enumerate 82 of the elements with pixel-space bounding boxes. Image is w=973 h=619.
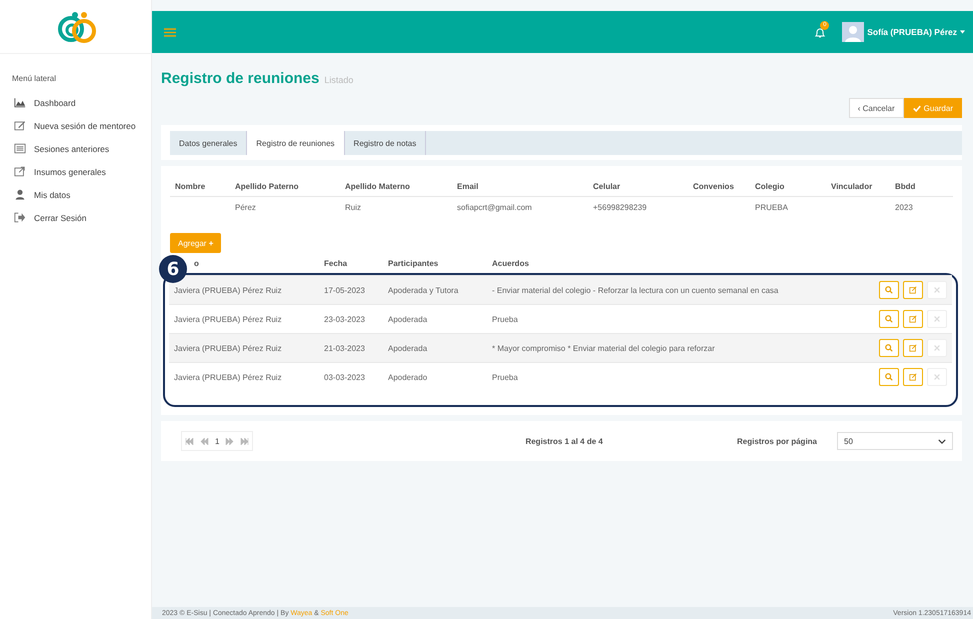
table-cell: +56998298239 [593,202,647,212]
sidebar-item[interactable]: Cerrar Sesión [0,206,151,229]
page-subtitle: Listado [324,75,354,85]
table-cell: Ruiz [345,202,362,212]
column-header: Email [457,182,480,190]
edit-icon [909,286,917,294]
caret-icon[interactable] [960,30,965,34]
per-page-select[interactable]: 50 [837,432,953,450]
logout-icon [14,212,26,223]
table-cell-text: Apoderada y Tutora [388,286,460,294]
sidebar-item[interactable]: Insumos generales [0,160,151,183]
search-icon [885,286,893,294]
sidebar-item[interactable]: Dashboard [0,91,151,114]
table-cell-text: Prueba [492,372,519,382]
annotation-badge: 6 [159,255,187,283]
user-icon [14,189,26,200]
close-icon [933,344,941,352]
search-icon [885,373,893,381]
search-icon [885,344,893,352]
edit-icon [909,344,917,352]
table-cell-text: Apoderado [388,372,428,382]
edit-icon [14,120,26,131]
column-header: Acuerdos [492,259,529,268]
records-summary: Registros 1 al 4 de 4 [525,436,603,446]
sidebar-heading: Menú lateral [11,74,58,83]
close-icon [933,315,941,323]
table-cell-text: - Enviar material del colegio - Reforzar la lectura con un cuento semanal en casa [492,286,780,294]
avatar-icon[interactable] [842,22,864,42]
table-cell-text: 17-05-2023 [324,286,366,294]
table-cell: sofiapcrt@gmail.com [457,202,532,212]
edit-button[interactable] [903,281,923,299]
menu-icon[interactable] [164,28,176,36]
table-cell-text: 21-03-2023 [324,344,366,352]
edit-icon [909,315,917,323]
table-cell: 2023 [895,202,913,212]
column-header: Apellido Materno [345,182,411,190]
bell-icon[interactable] [814,27,826,39]
column-header: o [193,259,200,268]
column-header: Participantes [388,259,440,268]
column-header: Vinculador [831,182,874,190]
chart-icon [14,97,26,108]
table-cell-text: * Mayor compromiso * Enviar material del colegio para reforzar [492,344,716,352]
table-cell-text: Javiera (PRUEBA) Pérez Ruiz [174,344,283,352]
table-cell-text: Apoderada [388,314,428,324]
sidebar-item[interactable]: Nueva sesión de mentoreo [0,114,151,137]
table-cell-text: Javiera (PRUEBA) Pérez Ruiz [174,372,283,382]
view-button[interactable] [879,368,899,386]
column-header: Apellido Paterno [235,182,300,190]
sidebar-item[interactable]: Sesiones anteriores [0,137,151,160]
table-cell: PRUEBA [755,202,788,212]
column-header: Bbdd [895,182,916,190]
list-icon [14,143,26,154]
check-icon [912,104,921,112]
close-icon [933,373,941,381]
column-header: Nombre [175,182,206,190]
table-cell-text: Javiera (PRUEBA) Pérez Ruiz [174,314,283,324]
column-header: Convenios [693,182,735,190]
search-icon [885,315,893,323]
edit-button[interactable] [903,339,923,357]
table-cell-text: 03-03-2023 [324,372,366,382]
edit-button[interactable] [903,310,923,328]
edit-icon [909,373,917,381]
tab[interactable]: Registro de reuniones [247,131,345,155]
view-button[interactable] [879,310,899,328]
table-cell-text: Prueba [492,314,519,324]
table-cell-text: Apoderada [388,344,428,352]
column-header: Fecha [324,259,348,268]
table-cell-text: 23-03-2023 [324,314,366,324]
view-button[interactable] [879,339,899,357]
column-header: Colegio [755,182,786,190]
sidebar-item[interactable]: Mis datos [0,183,151,206]
edit-button[interactable] [903,368,923,386]
external-link-icon [14,166,26,177]
cancel-button[interactable]: ‹ Cancelar [848,98,904,118]
view-button[interactable] [879,281,899,299]
per-page-label: Registros por página [736,436,817,446]
table-cell-text: Javiera (PRUEBA) Pérez Ruiz [174,286,283,294]
page-title: Registro de reuniones [161,70,320,87]
table-cell: Pérez [235,202,256,212]
chevron-down-icon [938,438,946,444]
close-icon [933,286,941,294]
column-header: Celular [593,182,622,190]
